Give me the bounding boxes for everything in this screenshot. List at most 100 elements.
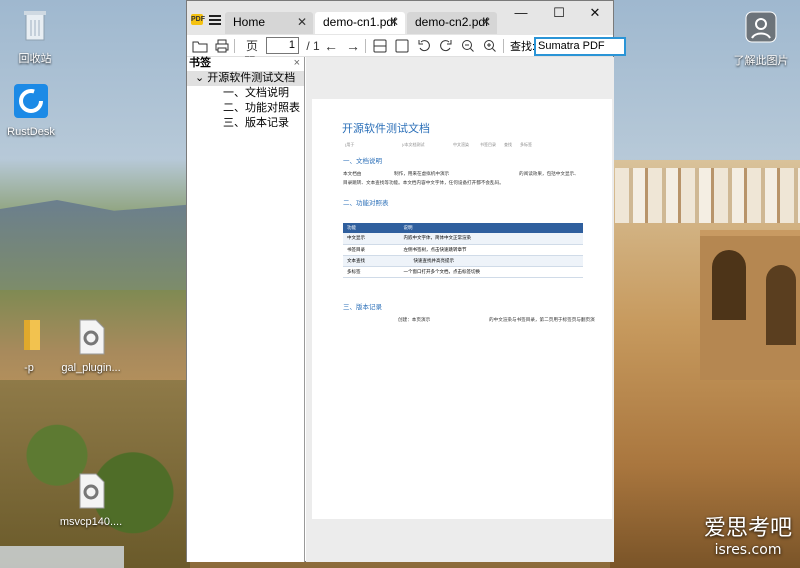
table-cell: 多标签 bbox=[343, 266, 400, 278]
bookmark-label: 开源软件测试文档 bbox=[207, 72, 296, 84]
table-cell: 中文显示 bbox=[343, 233, 400, 245]
doc-meta: 查找 bbox=[504, 142, 512, 147]
page-total: / 1 bbox=[306, 39, 320, 53]
desktop-icon-msvcp[interactable]: msvcp140.... bbox=[56, 472, 126, 528]
table-cell: 内嵌中文字体，简体中文正常渲染 bbox=[399, 233, 583, 245]
zoom-out-icon[interactable] bbox=[461, 38, 475, 54]
close-sidebar-icon[interactable]: × bbox=[294, 57, 300, 69]
watermark: 爱思考吧 isres.com bbox=[704, 510, 792, 558]
desktop-icon-learn-picture[interactable]: 了解此图片 bbox=[726, 8, 796, 68]
background-town bbox=[615, 168, 800, 223]
rotate-right-icon[interactable] bbox=[439, 38, 453, 54]
app-logo-icon: PDF bbox=[191, 14, 205, 25]
toolbar-separator bbox=[234, 39, 235, 53]
open-folder-icon[interactable] bbox=[192, 38, 208, 54]
close-tab-icon[interactable]: ✕ bbox=[297, 12, 307, 32]
watermark-line1: 爱思考吧 bbox=[704, 516, 793, 541]
bookmark-item[interactable]: 三、版本记录 bbox=[187, 116, 304, 131]
desktop-icon-rustdesk[interactable]: RustDesk bbox=[0, 82, 66, 138]
toolbar: 页码: 1 / 1 ← → 查找: Sumatra PDF bbox=[187, 35, 626, 69]
background-arch bbox=[712, 250, 746, 320]
sidebar-header: 书签 × bbox=[187, 57, 304, 71]
rustdesk-icon bbox=[14, 84, 48, 118]
rotate-left-icon[interactable] bbox=[417, 38, 431, 54]
minimize-button[interactable]: — bbox=[503, 5, 539, 23]
chevron-down-icon[interactable]: ⌄ bbox=[195, 72, 207, 84]
bookmark-item[interactable]: 一、文档说明 bbox=[187, 86, 304, 101]
print-icon[interactable] bbox=[214, 38, 230, 54]
close-tab-icon[interactable]: ✕ bbox=[389, 12, 399, 32]
desktop-icon-label: 回收站 bbox=[18, 53, 52, 65]
doc-meta: (用于 bbox=[345, 142, 355, 147]
table-header: 说明 bbox=[399, 223, 583, 233]
pdf-page: 开源软件测试文档 (用于 )/本文档测试 中文渲染 书签目录 查找 多标签 一、… bbox=[312, 99, 612, 519]
page-number-input[interactable]: 1 bbox=[266, 37, 299, 54]
doc-text: 制作，用来在虚拟机中演示 bbox=[394, 171, 450, 176]
tab-demo-cn1[interactable]: demo-cn1.pdf ✕ bbox=[315, 12, 405, 34]
close-tab-icon[interactable]: ✕ bbox=[481, 12, 491, 32]
section-heading: 三、版本记录 bbox=[343, 304, 382, 311]
hamburger-menu-icon[interactable] bbox=[209, 15, 221, 25]
fit-page-icon[interactable] bbox=[395, 38, 409, 54]
folder-icon bbox=[24, 320, 40, 350]
doc-meta: 书签目录 bbox=[480, 142, 496, 147]
desktop-icon-gal-plugin[interactable]: gal_plugin... bbox=[56, 318, 126, 374]
tab-demo-cn2[interactable]: demo-cn2.pdf ✕ bbox=[407, 12, 497, 34]
section-heading: 二、功能对照表 bbox=[343, 200, 389, 207]
tab-label: Home bbox=[233, 15, 266, 29]
table-cell: 快速查找并高亮提示 bbox=[399, 255, 583, 267]
recycle-bin-icon bbox=[24, 11, 46, 41]
doc-text: 本文档由 bbox=[343, 171, 362, 176]
taskbar-fragment bbox=[0, 546, 124, 568]
close-window-button[interactable]: ✕ bbox=[577, 5, 613, 23]
document-view[interactable]: 开源软件测试文档 (用于 )/本文档测试 中文渲染 书签目录 查找 多标签 一、… bbox=[306, 57, 614, 562]
find-label: 查找: bbox=[510, 41, 536, 53]
desktop-icon-label: -p bbox=[24, 362, 34, 374]
doc-text: 的中文渲染与书签目录，第二页用于标签页与翻页演 bbox=[489, 317, 595, 322]
doc-text: 创建：本页演示 bbox=[398, 317, 431, 322]
desktop-icon-folder[interactable]: -p bbox=[0, 318, 64, 374]
fit-width-icon[interactable] bbox=[373, 38, 387, 54]
find-input[interactable]: Sumatra PDF bbox=[534, 37, 626, 56]
doc-title: 开源软件测试文档 bbox=[342, 123, 430, 135]
desktop-icon-label: RustDesk bbox=[7, 126, 55, 138]
tab-home[interactable]: Home ✕ bbox=[225, 12, 313, 34]
table-cell: 左侧书签树，点击快速跳转章节 bbox=[399, 244, 583, 256]
table-header-row: 功能 说明 bbox=[343, 223, 583, 233]
bookmarks-sidebar: 书签 × ⌄ 开源软件测试文档 一、文档说明 二、功能对照表 三、版本记录 bbox=[187, 57, 305, 562]
table-cell: 一个窗口打开多个文档，点击标签切换 bbox=[399, 266, 583, 278]
desktop-icon-label: msvcp140.... bbox=[59, 516, 123, 528]
next-page-icon[interactable]: → bbox=[345, 38, 361, 54]
title-bar: PDF Home ✕ demo-cn1.pdf ✕ demo-cn2.pdf ✕ — … bbox=[187, 1, 613, 35]
table-row: 书签目录 左侧书签树，点击快速跳转章节 bbox=[343, 244, 583, 256]
table-header: 功能 bbox=[343, 223, 400, 233]
doc-meta: )/本文档测试 bbox=[402, 142, 425, 147]
bookmark-root[interactable]: ⌄ 开源软件测试文档 bbox=[187, 71, 304, 86]
page-label: 页码: bbox=[244, 39, 259, 69]
camera-icon bbox=[745, 11, 777, 43]
doc-meta: 多标签 bbox=[520, 142, 532, 147]
doc-text: 的阅读效果，包括中文显示、 bbox=[519, 171, 579, 176]
tab-label: demo-cn2.pdf bbox=[415, 15, 489, 29]
background-arch-2 bbox=[766, 265, 796, 345]
feature-table: 功能 说明 中文显示 内嵌中文字体，简体中文正常渲染 书签目录 左侧书签树，点击… bbox=[343, 223, 583, 278]
pdf-viewer-window: PDF Home ✕ demo-cn1.pdf ✕ demo-cn2.pdf ✕ — … bbox=[186, 0, 626, 562]
bookmark-item[interactable]: 二、功能对照表 bbox=[187, 101, 304, 116]
table-cell: 文本查找 bbox=[343, 255, 400, 267]
prev-page-icon[interactable]: ← bbox=[323, 38, 339, 54]
section-heading: 一、文档说明 bbox=[343, 158, 382, 165]
maximize-button[interactable]: ☐ bbox=[541, 5, 577, 23]
doc-text: 目录跳转、文本查找等功能。本文档内容中文字体，任何设备打开都不会乱码。 bbox=[343, 180, 504, 185]
gear-file-icon bbox=[79, 319, 105, 355]
desktop-icon-label: 了解此图片 bbox=[733, 55, 789, 67]
table-cell: 书签目录 bbox=[343, 244, 400, 256]
desktop-icon-label: gal_plugin... bbox=[61, 362, 121, 374]
tab-label: demo-cn1.pdf bbox=[323, 15, 397, 29]
sidebar-title: 书签 bbox=[189, 57, 211, 69]
table-row: 文本查找 快速查找并高亮提示 bbox=[343, 255, 583, 267]
toolbar-separator bbox=[503, 39, 504, 53]
zoom-in-icon[interactable] bbox=[483, 38, 497, 54]
desktop-icon-recycle-bin[interactable]: 回收站 bbox=[0, 6, 70, 66]
watermark-line2: isres.com bbox=[714, 542, 782, 558]
doc-meta: 中文渲染 bbox=[453, 142, 469, 147]
